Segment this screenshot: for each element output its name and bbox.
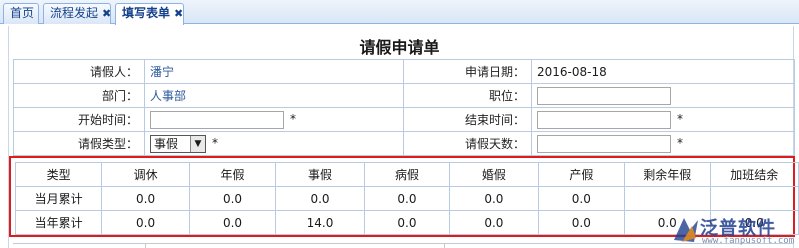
table-row: 当月累计 0.0 0.0 0.0 0.0 0.0 0.0 xyxy=(14,186,799,211)
table-cell xyxy=(624,186,711,211)
leave-type-label: 请假类型： xyxy=(13,131,145,156)
tab-label: 填写表单 xyxy=(122,6,171,20)
table-cell xyxy=(709,186,799,211)
leave-days-label: 请假天数： xyxy=(403,131,532,156)
tab-label: 流程发起 xyxy=(50,6,99,20)
form-row: 开始时间： * 结束时间： * xyxy=(13,107,795,132)
table-cell: 0.0 xyxy=(188,186,277,211)
close-icon[interactable]: ✖ xyxy=(174,7,183,20)
required-mark: * xyxy=(677,112,683,126)
department-label: 部门： xyxy=(13,83,145,108)
required-mark: * xyxy=(677,136,683,150)
close-icon[interactable]: ✖ xyxy=(102,7,111,20)
table-cell: 0.0 xyxy=(537,210,626,235)
chevron-down-icon[interactable]: ▼ xyxy=(190,135,205,152)
start-time-label: 开始时间： xyxy=(13,107,145,132)
tab-label: 首页 xyxy=(10,6,35,20)
tab-bar: 首页 流程发起 ✖ 填写表单 ✖ xyxy=(0,0,799,25)
form-row: 请假类型： 事假 ▼ * 请假天数： * xyxy=(13,131,795,156)
table-cell: 0.0 xyxy=(188,210,277,235)
tab-process-start[interactable]: 流程发起 ✖ xyxy=(43,3,111,24)
table-cell: 0.0 xyxy=(275,186,365,211)
position-input[interactable] xyxy=(537,86,671,105)
end-time-input[interactable] xyxy=(537,110,671,129)
apply-date-value: 2016-08-18 xyxy=(531,59,795,84)
tab-fill-form[interactable]: 填写表单 ✖ xyxy=(115,3,184,25)
table-cell: 14.0 xyxy=(275,210,365,235)
column-header: 剩余年假 xyxy=(624,162,711,187)
required-mark: * xyxy=(290,112,296,126)
column-header: 婚假 xyxy=(449,162,539,187)
summary-header-row: 类型 调休 年假 事假 病假 婚假 产假 剩余年假 加班结余 xyxy=(14,162,799,187)
form-row: 部门： 人事部 职位： xyxy=(13,83,795,108)
watermark-url: www.fanpusoft.com xyxy=(702,236,795,246)
form-row: 请假人： 潘宁 申请日期： 2016-08-18 xyxy=(13,59,795,84)
page-title: 请假申请单 xyxy=(359,38,440,57)
position-label: 职位： xyxy=(403,83,532,108)
table-cell: 0.0 xyxy=(363,210,451,235)
department-value: 人事部 xyxy=(144,83,404,108)
leave-type-select[interactable]: 事假 ▼ xyxy=(150,134,206,153)
column-header: 病假 xyxy=(363,162,451,187)
table-cell: 0.0 xyxy=(101,186,190,211)
start-time-input[interactable] xyxy=(150,110,284,129)
leave-type-value: 事假 xyxy=(154,136,179,151)
column-header: 类型 xyxy=(14,162,103,187)
end-time-label: 结束时间： xyxy=(403,107,532,132)
apply-date-label: 申请日期： xyxy=(403,59,532,84)
column-header: 事假 xyxy=(275,162,365,187)
column-header: 加班结余 xyxy=(709,162,799,187)
column-header: 产假 xyxy=(537,162,626,187)
column-header: 年假 xyxy=(188,162,277,187)
table-cell: 0.0 xyxy=(449,210,539,235)
leave-form-table: 请假人： 潘宁 申请日期： 2016-08-18 部门： 人事部 职位： 开始时… xyxy=(13,59,795,156)
table-cell: 0.0 xyxy=(449,186,539,211)
leave-days-input[interactable] xyxy=(537,134,671,153)
table-cell: 0.0 xyxy=(363,186,451,211)
table-cell: 0.0 xyxy=(537,186,626,211)
row-label: 当年累计 xyxy=(14,210,103,235)
table-cell: 0.0 xyxy=(101,210,190,235)
applicant-value: 潘宁 xyxy=(144,59,404,84)
next-field-edge xyxy=(145,243,445,248)
applicant-label: 请假人： xyxy=(13,59,145,84)
tab-home[interactable]: 首页 xyxy=(3,3,39,24)
row-label: 当月累计 xyxy=(14,186,103,211)
column-header: 调休 xyxy=(101,162,190,187)
required-mark: * xyxy=(212,136,218,150)
